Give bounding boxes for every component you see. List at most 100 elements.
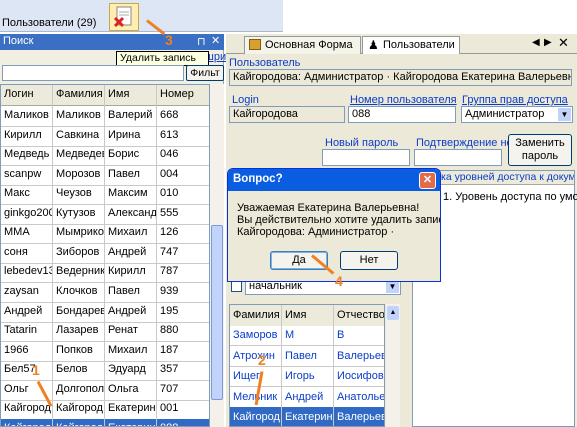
search-panel-title: Поиск: [3, 35, 34, 47]
table-cell: 001: [157, 399, 209, 420]
table-cell: 004: [157, 165, 209, 186]
table-cell: Савкина: [53, 125, 105, 147]
table-cell: 747: [157, 243, 209, 264]
table-cell: Андрей: [105, 242, 157, 264]
table-cell: В: [334, 325, 384, 346]
table-cell: Анатолье: [334, 387, 384, 408]
table-cell: Павел: [105, 281, 157, 303]
table-cell: Ирина: [105, 125, 157, 147]
table-cell: Атрохин: [230, 345, 282, 367]
table-row[interactable]: 1966 Попков Михаил 187: [1, 340, 209, 362]
filter-input[interactable]: [2, 65, 184, 81]
form-icon: [249, 39, 261, 50]
table-cell: scanpw: [1, 164, 53, 186]
column-header[interactable]: Имя: [105, 85, 157, 106]
table-cell: 046: [157, 145, 209, 166]
table-row[interactable]: Tatarin Лазарев Ренат 880: [1, 321, 209, 343]
table-row[interactable]: соня Зиборов Андрей 747: [1, 242, 209, 264]
step-marker-4: 4: [335, 273, 343, 289]
table-header-row: Фамилия Имя Отчество: [230, 305, 384, 326]
scroll-up-icon[interactable]: ▲: [387, 306, 399, 320]
column-header[interactable]: Фамилия: [230, 305, 282, 326]
table-cell: MMA: [1, 223, 53, 245]
close-icon[interactable]: ✕: [558, 35, 569, 51]
delete-record-button[interactable]: [109, 3, 139, 31]
change-password-button[interactable]: Заменить пароль: [508, 134, 572, 166]
table-row[interactable]: ginkgo200КутузовАлександр555: [1, 203, 209, 225]
table-cell: Кайгород: [1, 399, 53, 421]
column-header[interactable]: Номер: [157, 85, 209, 106]
table-row[interactable]: Кайгород Екатерин Валерьев: [230, 407, 384, 426]
staff-table-scrollbar[interactable]: [386, 304, 400, 427]
table-row[interactable]: Медведь Медведев Борис 046: [1, 145, 209, 167]
table-header-row: Логин Фамилия Имя Номер: [1, 85, 209, 106]
new-password-label: Новый пароль: [325, 137, 399, 149]
table-cell: Валерий: [105, 106, 157, 127]
table-row[interactable]: Маликов Маликов Валерий 668: [1, 106, 209, 127]
table-cell: Белов: [53, 360, 105, 382]
table-row[interactable]: lebedev13 Ведерник Кирилл 787: [1, 262, 209, 284]
table-cell: Клочков: [53, 281, 105, 303]
tab-right-icon[interactable]: ▶: [544, 37, 552, 48]
table-cell: Ищег: [230, 366, 282, 387]
column-header[interactable]: Отчество: [334, 305, 384, 326]
close-icon[interactable]: ✕: [419, 172, 436, 189]
login-field[interactable]: Кайгородова: [229, 106, 345, 123]
table-row[interactable]: Макс Чеузов Максим 010: [1, 184, 209, 206]
table-cell: 880: [157, 321, 209, 342]
table-row[interactable]: Заморов М В: [230, 325, 384, 346]
table-row[interactable]: Ольг Долгопол Ольга 707: [1, 379, 209, 401]
table-row[interactable]: MMA Мымрико Михаил 126: [1, 223, 209, 245]
table-cell: Павел: [282, 345, 334, 367]
close-icon[interactable]: ✕: [211, 34, 220, 47]
table-row[interactable]: Атрохин Павел Валерьев: [230, 345, 384, 367]
column-header[interactable]: Имя: [282, 305, 334, 326]
table-cell: Кутузов: [53, 203, 105, 225]
table-cell: 939: [157, 282, 209, 303]
table-row[interactable]: Ищег Игорь Иосифов: [230, 366, 384, 387]
scrollbar-thumb[interactable]: [211, 225, 223, 400]
dialog-line-3: Кайгородова: Администратор ·: [237, 226, 395, 238]
table-cell: Морозов: [53, 164, 105, 186]
delete-record-icon: [113, 6, 132, 28]
chevron-down-icon[interactable]: ▼: [558, 108, 571, 121]
group-select[interactable]: Администратор ▼: [461, 106, 573, 123]
table-cell: Андрей: [282, 386, 334, 408]
confirm-password-label: Подтверждение но: [416, 137, 513, 149]
table-cell: Долгопол: [53, 379, 105, 401]
no-button[interactable]: Нет: [340, 251, 398, 270]
new-password-field[interactable]: [322, 149, 410, 166]
user-summary-field: Кайгородова: Администратор · Кайгородова…: [229, 69, 572, 86]
tab-left-icon[interactable]: ◀: [532, 37, 540, 48]
confirm-delete-dialog: Вопрос? ✕ Уважаемая Екатерина Валерьевна…: [227, 168, 441, 282]
column-header[interactable]: Фамилия: [53, 85, 105, 106]
table-cell: Кирилл: [1, 125, 53, 147]
table-cell: соня: [1, 242, 53, 264]
table-cell: Медведь: [1, 145, 53, 167]
table-row[interactable]: Кирилл Савкина Ирина 613: [1, 125, 209, 147]
position-checkbox[interactable]: [231, 281, 242, 292]
table-cell: Павел: [105, 164, 157, 186]
table-cell: Медведев: [53, 145, 105, 167]
column-header[interactable]: Логин: [1, 85, 53, 106]
table-cell: Екатерин: [105, 418, 157, 426]
table-row[interactable]: zaysan Клочков Павел 939: [1, 281, 209, 303]
dialog-line-1: Уважаемая Екатерина Валерьевна!: [237, 202, 420, 214]
access-level-item[interactable]: 1. Уровень доступа по умолча: [443, 191, 577, 203]
filter-button[interactable]: Фильт: [186, 65, 224, 81]
tab-main-form[interactable]: Основная Форма: [244, 36, 361, 54]
users-count-label: Пользователи (29): [2, 17, 97, 29]
table-cell: 357: [157, 360, 209, 381]
table-cell: Бондарев: [53, 301, 105, 323]
table-cell: Кирилл: [105, 262, 157, 284]
tab-users[interactable]: ♟ Пользователи: [362, 36, 460, 54]
table-row[interactable]: Андрей Бондарев Андрей 195: [1, 301, 209, 323]
table-cell: Кайгород: [53, 418, 105, 426]
table-row[interactable]: Кайгород Кайгород Екатерин 001: [1, 399, 209, 421]
table-row[interactable]: КайгородКайгородЕкатерин088: [1, 418, 209, 426]
table-row[interactable]: scanpw Морозов Павел 004: [1, 164, 209, 186]
pin-icon[interactable]: ⊓: [197, 35, 206, 48]
number-field[interactable]: 088: [348, 106, 456, 123]
confirm-password-field[interactable]: [414, 149, 502, 166]
table-row[interactable]: МельникАндрейАнатолье: [230, 386, 384, 408]
